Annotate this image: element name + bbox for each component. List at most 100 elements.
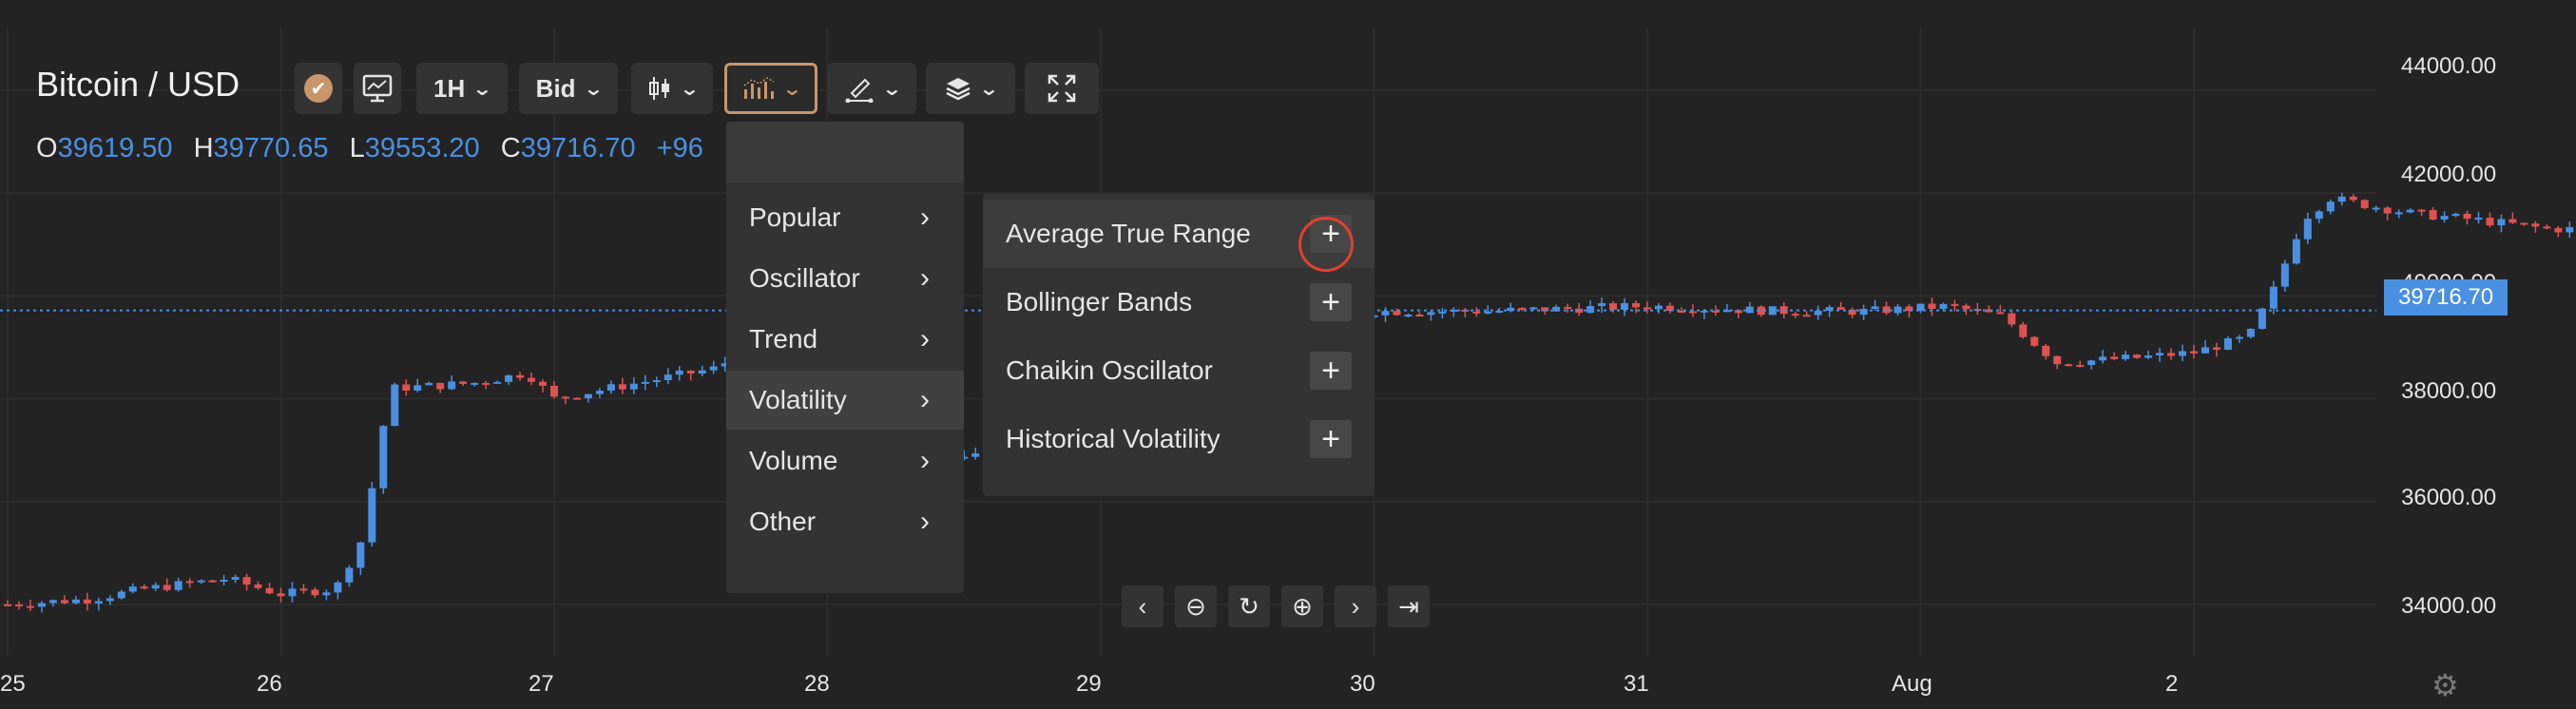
candle-body [2019, 324, 2028, 337]
candle-body [2053, 355, 2062, 365]
x-tick-label: 29 [1076, 671, 1102, 697]
interval-select[interactable]: 1H ⌄ [416, 63, 508, 114]
low-label: L [349, 133, 365, 163]
price-type-value: Bid [535, 73, 576, 103]
x-tick-label: 27 [529, 671, 554, 697]
drawing-tools-select[interactable]: ⌄ [827, 63, 916, 114]
menu-item-oscillator[interactable]: Oscillator › [726, 249, 964, 308]
candle-body [140, 586, 148, 589]
candle-body [2144, 354, 2153, 358]
change-value: +96 [656, 133, 703, 163]
price-type-select[interactable]: Bid ⌄ [519, 63, 618, 114]
gear-icon[interactable]: ⚙ [2432, 667, 2459, 703]
menu-item-volatility[interactable]: Volatility › [726, 371, 964, 430]
ohlc-readout: O39619.50 H39770.65 L39553.20 C39716.70 … [36, 133, 717, 164]
candle-body [1962, 305, 1970, 310]
candle-body [516, 374, 525, 378]
candle-body [2179, 351, 2187, 356]
candle-body [2156, 353, 2164, 355]
candle-body [2315, 211, 2323, 220]
indicator-category-menu: Popular › Oscillator › Trend › Volatility › … [726, 122, 964, 593]
candle-body [356, 542, 365, 568]
candle-body [1609, 303, 1618, 310]
candle-body [1484, 311, 1492, 314]
submenu-item-bollinger-bands[interactable]: Bollinger Bands + [983, 268, 1375, 336]
candle-body [322, 592, 331, 596]
submenu-item-historical-volatility[interactable]: Historical Volatility + [983, 405, 1375, 473]
candle-body [1688, 311, 1697, 314]
check-circle-button[interactable]: ✔ [295, 63, 342, 114]
add-icon[interactable]: + [1310, 352, 1352, 390]
candle-body [550, 385, 558, 397]
low-value: 39553.20 [364, 133, 480, 163]
candle-body [265, 587, 274, 594]
monitor-icon [362, 74, 393, 103]
scroll-right-button[interactable]: › [1335, 585, 1376, 627]
layers-select[interactable]: ⌄ [926, 63, 1015, 114]
candle-body [2280, 263, 2289, 287]
reset-button[interactable]: ↻ [1228, 585, 1270, 627]
submenu-item-label: Historical Volatility [1006, 424, 1221, 453]
candle-body [413, 385, 422, 392]
indicators-button[interactable]: ⌄ [724, 63, 817, 114]
check-circle-icon: ✔ [304, 74, 333, 103]
candle-body [2394, 212, 2403, 215]
refresh-icon: ↻ [1239, 591, 1259, 621]
submenu-item-chaikin-oscillator[interactable]: Chaikin Oscillator + [983, 336, 1375, 405]
monitor-button[interactable] [354, 63, 401, 114]
menu-item-label: Volatility [749, 385, 847, 414]
last-price-tag: 39716.70 [2384, 279, 2508, 316]
zoom-out-icon: ⊖ [1185, 591, 1206, 621]
candle-body [698, 370, 706, 374]
zoom-in-button[interactable]: ⊕ [1281, 585, 1323, 627]
candle-body [606, 384, 615, 392]
fullscreen-button[interactable] [1025, 63, 1099, 114]
chevron-down-icon: ⌄ [978, 78, 999, 100]
candle-body [368, 488, 376, 543]
candle-body [436, 382, 445, 390]
candle-body [2451, 213, 2460, 217]
candle-body [128, 586, 137, 592]
candle-body [561, 396, 569, 399]
x-tick-label: Aug [1892, 671, 1932, 697]
x-tick-label: 28 [804, 671, 830, 697]
zoom-in-icon: ⊕ [1292, 591, 1313, 621]
high-label: H [193, 133, 214, 163]
candle-body [539, 381, 548, 386]
candle-body [106, 598, 114, 602]
candle-body [2474, 218, 2483, 220]
candle-body [242, 577, 251, 584]
menu-item-popular[interactable]: Popular › [726, 188, 964, 247]
zoom-out-button[interactable]: ⊖ [1175, 585, 1217, 627]
candle-body [2543, 226, 2551, 229]
y-tick-label: 38000.00 [2401, 378, 2497, 404]
candle-body [1802, 315, 1811, 317]
candle-body [37, 603, 46, 607]
menu-item-other[interactable]: Other › [726, 492, 964, 551]
candle-body [2201, 347, 2209, 354]
candle-body [1472, 311, 1481, 314]
menu-search-area [726, 122, 964, 182]
chevron-down-icon: ⌄ [583, 78, 604, 100]
scroll-to-end-button[interactable]: ⇥ [1388, 585, 1430, 627]
candle-body [482, 382, 490, 385]
chevron-down-icon: ⌄ [471, 78, 493, 100]
candle-body [2440, 216, 2449, 220]
candle-body [2292, 239, 2300, 264]
candle-body [2349, 196, 2357, 201]
candle-body [709, 366, 718, 371]
chart-type-select[interactable]: ⌄ [631, 63, 713, 114]
scroll-left-button[interactable]: ‹ [1122, 585, 1163, 627]
menu-item-volume[interactable]: Volume › [726, 431, 964, 490]
candle-body [311, 589, 319, 596]
menu-item-trend[interactable]: Trend › [726, 310, 964, 369]
candle-body [391, 384, 399, 427]
candle-body [1836, 307, 1845, 310]
add-icon[interactable]: + [1310, 420, 1352, 458]
candle-body [2212, 347, 2220, 350]
candle-body [686, 370, 695, 374]
add-icon[interactable]: + [1310, 283, 1352, 321]
candle-body [197, 580, 205, 583]
candle-body [208, 580, 217, 583]
x-tick-label: 25 [0, 671, 26, 697]
